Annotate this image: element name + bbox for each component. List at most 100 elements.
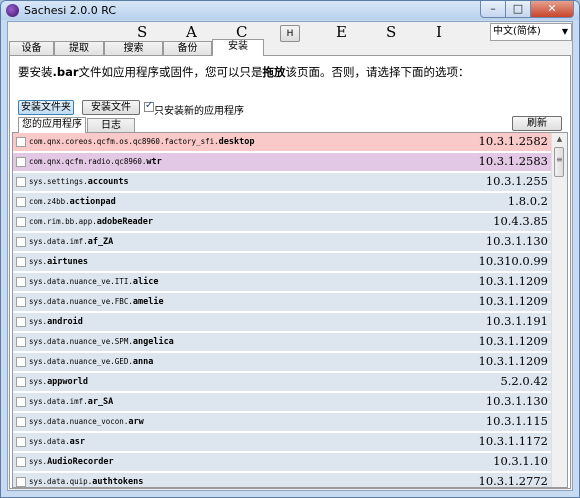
app-checkbox[interactable] — [16, 437, 26, 447]
app-window: Sachesi 2.0.0 RC – □ ✕ S A C E S I H 中文(… — [0, 0, 580, 498]
language-value: 中文(简体) — [493, 26, 541, 37]
tab-search[interactable]: 搜索 — [104, 41, 163, 55]
app-row[interactable]: sys.data.nuance_vocon.arw 10.3.1.115 — [13, 413, 552, 431]
tab-backup[interactable]: 备份 — [163, 41, 212, 55]
app-package-name: sys.airtunes — [29, 257, 89, 267]
app-version: 10.3.1.130 — [485, 234, 548, 248]
close-button[interactable]: ✕ — [531, 1, 574, 18]
app-checkbox[interactable] — [16, 417, 26, 427]
app-checkbox[interactable] — [16, 477, 26, 487]
app-package-name: sys.data.imf.af_ZA — [29, 237, 114, 247]
app-row[interactable]: sys.data.nuance_ve.FBC.amelie 10.3.1.1209 — [13, 293, 552, 311]
subtab-log[interactable]: 日志 — [87, 118, 135, 132]
app-row[interactable]: sys.airtunes 10.310.0.99 — [13, 253, 552, 271]
app-checkbox[interactable] — [16, 257, 26, 267]
install-folder-button[interactable]: 安装文件夹 — [18, 100, 74, 115]
app-checkbox[interactable] — [16, 237, 26, 247]
app-version: 10.3.1.2582 — [478, 134, 549, 148]
app-row[interactable]: sys.AudioRecorder 10.3.1.10 — [13, 453, 552, 471]
subtab-your-apps[interactable]: 您的应用程序 — [18, 117, 86, 133]
app-version: 10.3.1.1209 — [478, 354, 549, 368]
logo-letter: E — [336, 23, 347, 41]
app-row[interactable]: sys.data.asr 10.3.1.1172 — [13, 433, 552, 451]
logo-letter: C — [236, 23, 248, 41]
app-row[interactable]: sys.data.nuance_ve.ITI.alice 10.3.1.1209 — [13, 273, 552, 291]
app-package-name: sys.data.nuance_ve.FBC.amelie — [29, 297, 164, 307]
app-checkbox[interactable] — [16, 277, 26, 287]
app-package-name: sys.AudioRecorder — [29, 457, 114, 467]
app-version: 10.3.1.1209 — [478, 274, 549, 288]
app-version: 10.3.1.130 — [485, 394, 548, 408]
app-version: 10.3.1.2583 — [478, 154, 549, 168]
app-checkbox[interactable] — [16, 397, 26, 407]
app-row[interactable]: sys.data.imf.af_ZA 10.3.1.130 — [13, 233, 552, 251]
app-version: 10.3.1.10 — [493, 454, 548, 468]
logo-letters: S A C E S I — [8, 24, 488, 40]
logo-letter: I — [436, 23, 442, 41]
app-package-name: com.rim.bb.app.adobeReader — [29, 217, 154, 227]
app-checkbox[interactable] — [16, 197, 26, 207]
app-row[interactable]: sys.data.imf.ar_SA 10.3.1.130 — [13, 393, 552, 411]
app-icon — [6, 4, 19, 17]
app-package-name: sys.data.nuance_ve.GED.anna — [29, 357, 154, 367]
language-select[interactable]: 中文(简体) ▼ — [490, 23, 572, 41]
app-row[interactable]: sys.data.quip.authtokens 10.3.1.2772 — [13, 473, 552, 487]
app-row[interactable]: sys.data.nuance_ve.SPM.angelica 10.3.1.12… — [13, 333, 552, 351]
app-package-name: sys.appworld — [29, 377, 89, 387]
app-checkbox[interactable] — [16, 137, 26, 147]
client-area: S A C E S I H 中文(简体) ▼ 设备 提取 搜索 备份 安装 要安… — [7, 21, 573, 491]
app-row[interactable]: sys.settings.accounts 10.3.1.255 — [13, 173, 552, 191]
logo-letter: S — [386, 23, 397, 41]
app-row[interactable]: sys.data.nuance_ve.GED.anna 10.3.1.1209 — [13, 353, 552, 371]
app-package-name: sys.data.nuance_vocon.arw — [29, 417, 144, 427]
tab-extract[interactable]: 提取 — [54, 41, 104, 55]
scroll-thumb[interactable] — [554, 147, 564, 177]
app-row[interactable]: sys.appworld 5.2.0.42 — [13, 373, 552, 391]
tab-install[interactable]: 安装 — [212, 39, 264, 56]
title-bar[interactable]: Sachesi 2.0.0 RC – □ ✕ — [1, 1, 579, 20]
hidden-letter-button[interactable]: H — [280, 25, 300, 42]
app-package-name: com.qnx.qcfm.radio.qc8960.wtr — [29, 157, 162, 167]
app-package-name: sys.data.imf.ar_SA — [29, 397, 114, 407]
app-row[interactable]: com.qnx.coreos.qcfm.os.qc8960.factory_sf… — [13, 133, 552, 151]
app-package-name: sys.settings.accounts — [29, 177, 129, 187]
logo-letter: S — [137, 23, 148, 41]
app-version: 5.2.0.42 — [500, 374, 548, 388]
app-checkbox[interactable] — [16, 157, 26, 167]
app-checkbox[interactable] — [16, 297, 26, 307]
scroll-up-icon[interactable]: ▲ — [552, 133, 567, 145]
window-title: Sachesi 2.0.0 RC — [24, 4, 117, 17]
app-package-name: sys.data.nuance_ve.ITI.alice — [29, 277, 159, 287]
app-list: com.qnx.coreos.qcfm.os.qc8960.factory_sf… — [12, 132, 568, 488]
app-package-name: sys.data.asr — [29, 437, 85, 447]
install-panel: 要安装.bar文件如应用程序或固件，您可以只是拖放该页面。否则，请选择下面的选项… — [9, 55, 571, 489]
install-instruction: 要安装.bar文件如应用程序或固件，您可以只是拖放该页面。否则，请选择下面的选项… — [18, 65, 470, 79]
app-version: 10.3.1.1172 — [478, 434, 549, 448]
tab-device[interactable]: 设备 — [9, 41, 54, 55]
app-checkbox[interactable] — [16, 317, 26, 327]
app-version: 10.3.1.191 — [485, 314, 548, 328]
maximize-button[interactable]: □ — [506, 1, 531, 18]
app-row[interactable]: com.rim.bb.app.adobeReader 10.4.3.85 — [13, 213, 552, 231]
only-new-checkbox[interactable] — [144, 100, 154, 112]
app-package-name: sys.data.quip.authtokens — [29, 477, 144, 487]
minimize-button[interactable]: – — [480, 1, 506, 18]
app-package-name: com.z4bb.actionpad — [29, 197, 116, 207]
app-version: 10.3.1.1209 — [478, 294, 549, 308]
app-checkbox[interactable] — [16, 377, 26, 387]
app-version: 1.8.0.2 — [507, 194, 548, 208]
app-row[interactable]: sys.android 10.3.1.191 — [13, 313, 552, 331]
scrollbar[interactable]: ▲ — [551, 133, 567, 487]
app-package-name: sys.android — [29, 317, 83, 327]
app-row[interactable]: com.z4bb.actionpad 1.8.0.2 — [13, 193, 552, 211]
logo-letter: A — [186, 23, 197, 41]
refresh-button[interactable]: 刷新 — [512, 116, 562, 131]
app-checkbox[interactable] — [16, 217, 26, 227]
app-checkbox[interactable] — [16, 337, 26, 347]
app-checkbox[interactable] — [16, 457, 26, 467]
app-version: 10.310.0.99 — [478, 254, 549, 268]
app-checkbox[interactable] — [16, 177, 26, 187]
app-row[interactable]: com.qnx.qcfm.radio.qc8960.wtr 10.3.1.2583 — [13, 153, 552, 171]
app-checkbox[interactable] — [16, 357, 26, 367]
install-file-button[interactable]: 安装文件 — [82, 100, 140, 115]
